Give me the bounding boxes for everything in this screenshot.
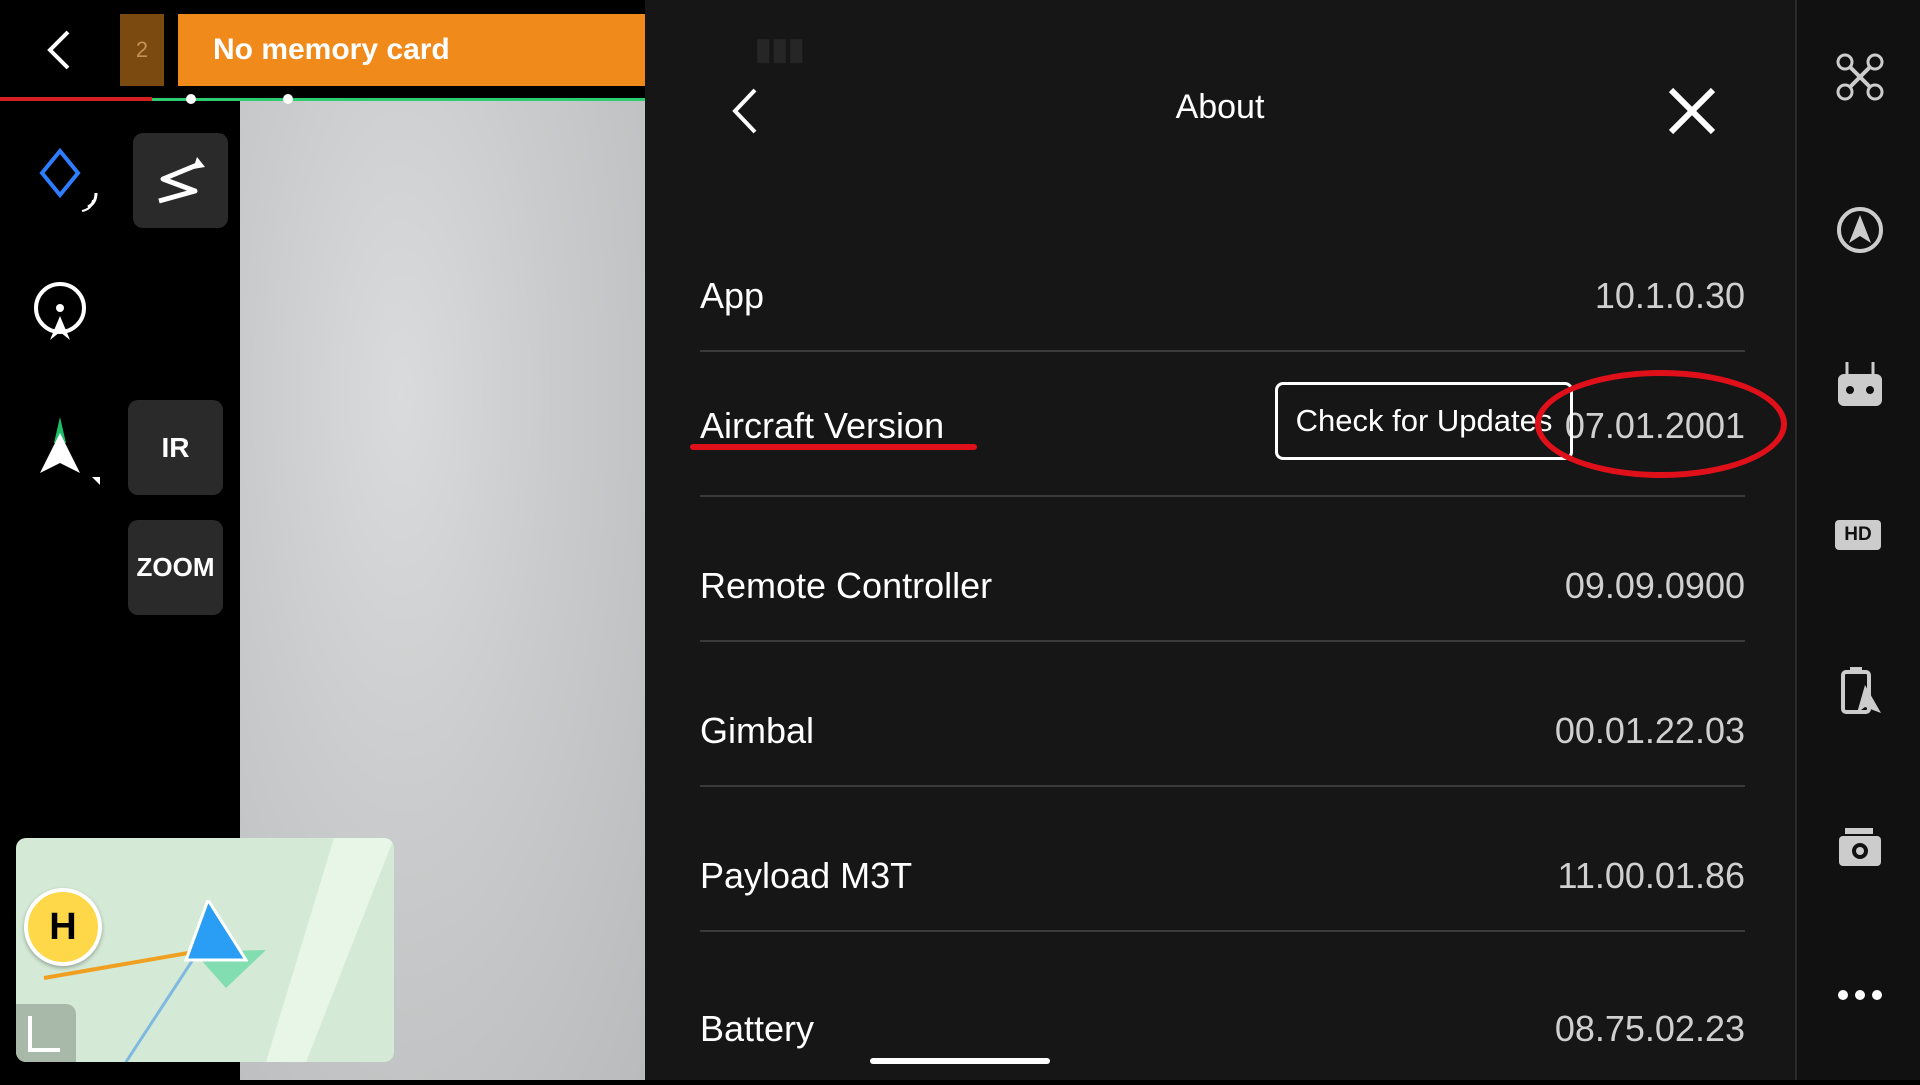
back-button[interactable] [40, 28, 80, 72]
aircraft-position-icon [178, 896, 249, 970]
remote-controller-icon[interactable] [1835, 360, 1885, 410]
ir-camera-button[interactable]: IR [128, 400, 223, 495]
about-row-gimbal: Gimbal 00.01.22.03 [700, 640, 1745, 787]
about-title: About [1175, 88, 1265, 126]
battery-icon[interactable] [1835, 665, 1885, 715]
memory-card-warning[interactable]: No memory card [178, 14, 645, 86]
row-label: Battery [700, 1008, 815, 1049]
highlight-underline [690, 444, 977, 450]
row-value: 11.00.01.86 [1557, 855, 1745, 896]
right-toolbar: HD [1795, 0, 1920, 1080]
row-value: 08.75.02.23 [1554, 1008, 1745, 1049]
camera-settings-icon[interactable] [1835, 822, 1885, 872]
about-row-payload: Payload M3T 11.00.01.86 [700, 785, 1745, 932]
row-label: Aircraft Version [700, 405, 945, 446]
close-button[interactable] [1665, 84, 1719, 138]
about-panel: ▮▮▮ About App 10.1.0.30 Aircraft Version… [645, 0, 1795, 1080]
row-label: Payload M3T [700, 855, 913, 896]
row-value: 00.01.22.03 [1554, 710, 1745, 751]
close-icon [1668, 87, 1716, 135]
row-value: 09.09.0900 [1564, 565, 1745, 606]
map-expand-icon[interactable] [16, 1004, 76, 1062]
more-icon[interactable] [1835, 980, 1885, 1010]
hud-ghost-mode: ▮▮▮ [755, 33, 805, 66]
home-label: H [49, 905, 77, 948]
hd-label: HD [1835, 520, 1881, 550]
locate-aircraft-icon[interactable] [30, 278, 90, 342]
home-point-marker: H [24, 888, 102, 966]
navigation-icon[interactable] [1835, 205, 1885, 255]
row-label: Remote Controller [700, 565, 993, 606]
row-value: 10.1.0.30 [1594, 275, 1745, 316]
about-row-app: App 10.1.0.30 [700, 205, 1745, 352]
row-label: Gimbal [700, 710, 815, 751]
hd-transmission-icon[interactable]: HD [1835, 515, 1885, 555]
aircraft-attitude-icon[interactable] [32, 415, 102, 490]
progress-marker [186, 94, 196, 104]
progress-bar-green [152, 98, 645, 101]
about-row-remote-controller: Remote Controller 09.09.0900 [700, 495, 1745, 642]
minimap[interactable]: H [16, 838, 394, 1062]
ir-label: IR [161, 431, 190, 463]
highlight-ellipse [1535, 370, 1787, 478]
progress-bar-red [0, 97, 152, 101]
about-row-battery: Battery 08.75.02.23 [700, 940, 1745, 1085]
route-icon [157, 156, 205, 203]
waypoint-route-button[interactable] [133, 133, 228, 228]
row-label: App [700, 275, 765, 316]
aircraft-icon[interactable] [1835, 52, 1885, 102]
zoom-label: ZOOM [136, 552, 215, 582]
memory-warning-text: No memory card [213, 33, 450, 66]
rtk-diamond-icon[interactable] [38, 145, 108, 220]
queue-count-badge: 2 [120, 14, 164, 86]
chevron-left-icon [47, 30, 70, 70]
progress-marker [283, 94, 293, 104]
zoom-camera-button[interactable]: ZOOM [128, 520, 223, 615]
home-indicator [870, 1058, 1050, 1064]
check-updates-button[interactable]: Check for Updates [1275, 382, 1573, 460]
